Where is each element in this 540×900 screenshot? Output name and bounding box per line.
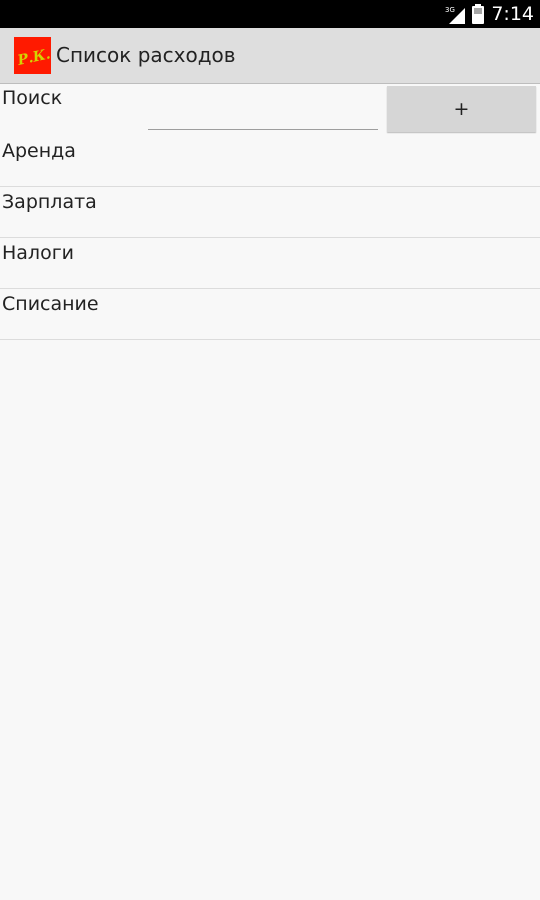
status-icons: 3G 7:14 <box>445 0 534 28</box>
app-title: Список расходов <box>56 43 236 67</box>
signal-icon: 3G <box>445 6 466 24</box>
clock: 7:14 <box>491 3 534 25</box>
action-bar: Р.К. Список расходов <box>0 28 540 84</box>
list-item-label: Аренда <box>2 140 76 162</box>
network-type-label: 3G <box>445 6 455 14</box>
add-button[interactable]: + <box>387 86 536 132</box>
list-item[interactable]: Налоги <box>0 238 540 289</box>
search-input[interactable] <box>148 96 378 130</box>
expense-list: Аренда Зарплата Налоги Списание <box>0 136 540 340</box>
list-item[interactable]: Зарплата <box>0 187 540 238</box>
list-item[interactable]: Списание <box>0 289 540 340</box>
app-logo-icon[interactable]: Р.К. <box>14 37 51 74</box>
list-item-label: Зарплата <box>2 191 97 213</box>
battery-icon <box>472 4 485 24</box>
list-item[interactable]: Аренда <box>0 136 540 187</box>
status-bar: 3G 7:14 <box>0 0 540 28</box>
list-item-label: Списание <box>2 293 99 315</box>
search-label: Поиск <box>2 87 63 109</box>
list-item-label: Налоги <box>2 242 75 264</box>
